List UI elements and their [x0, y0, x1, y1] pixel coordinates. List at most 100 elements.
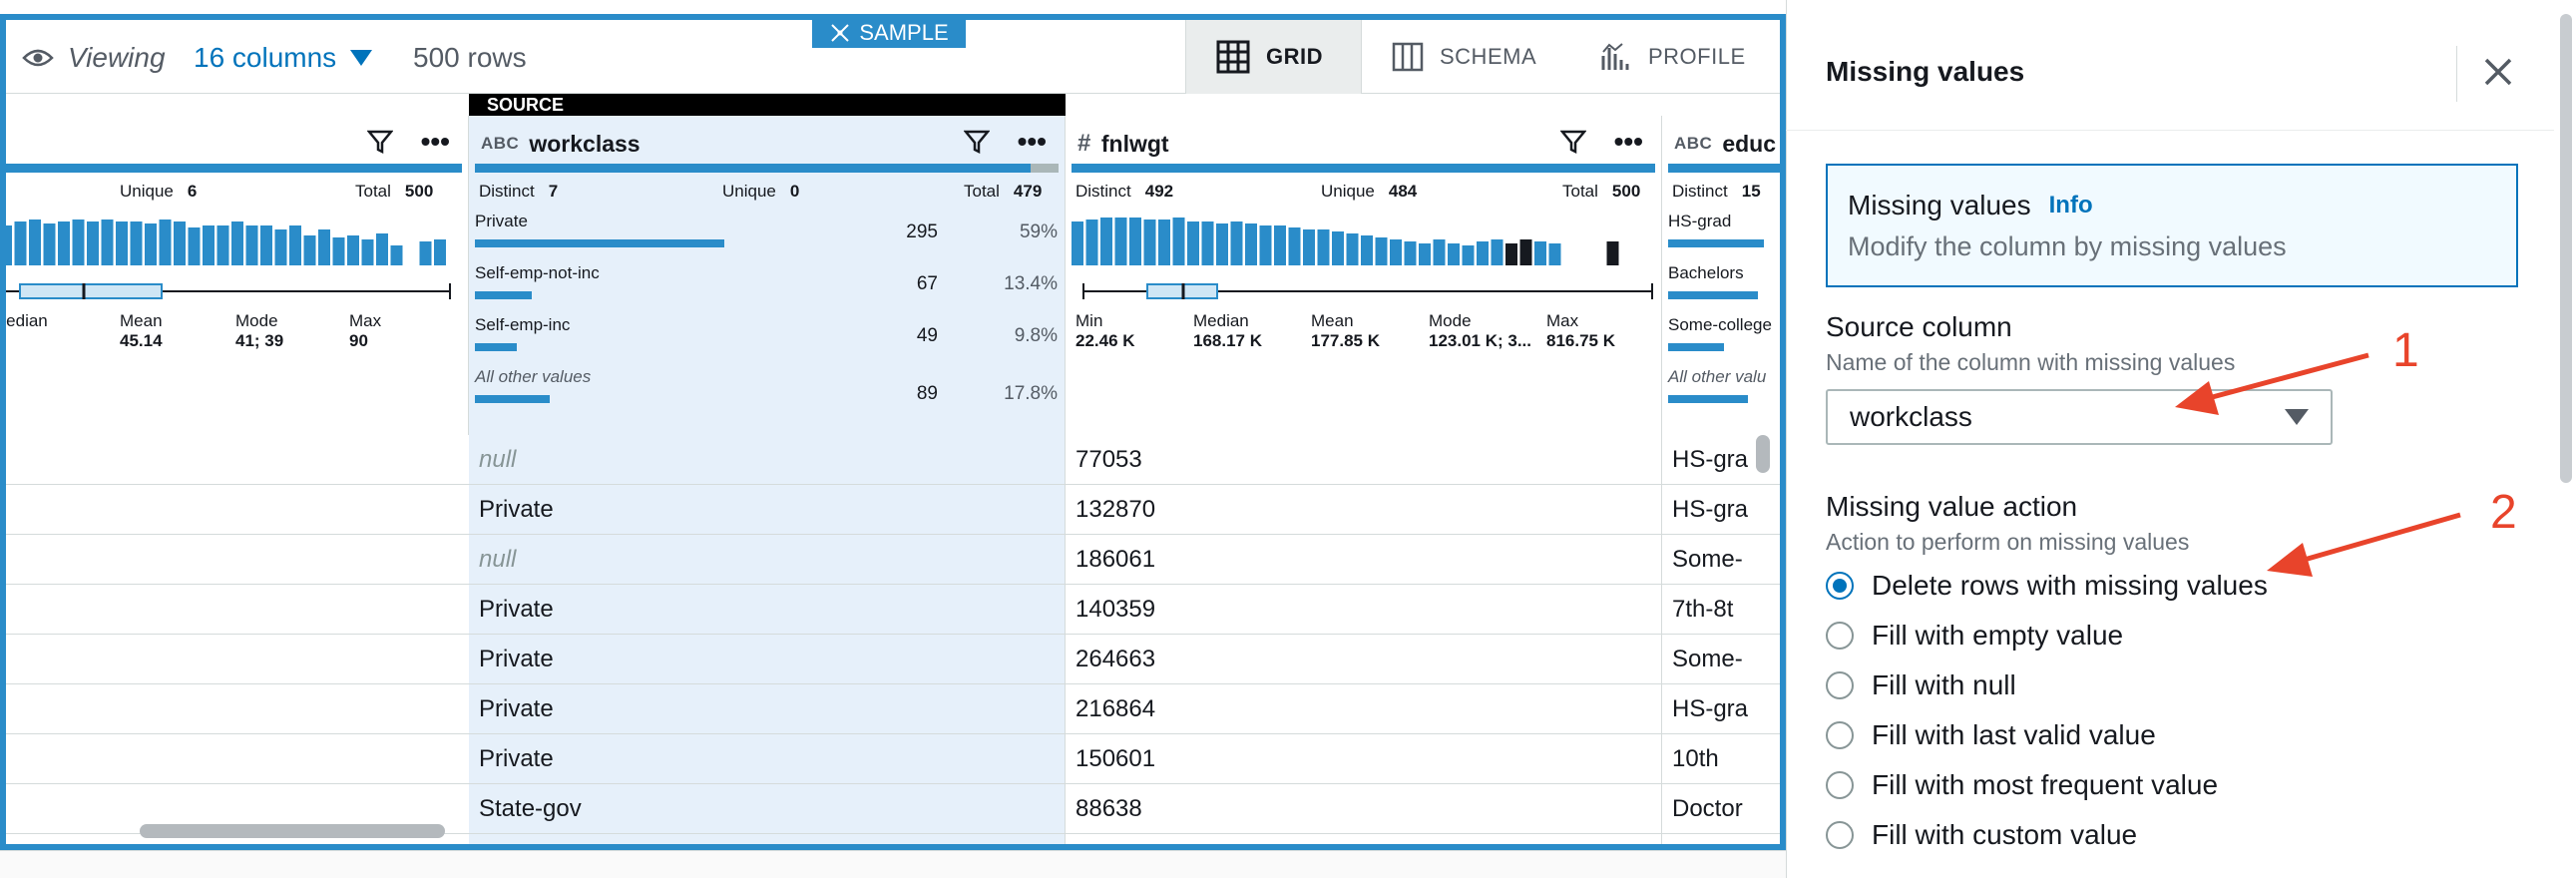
more-options-icon[interactable]: ••• — [421, 128, 450, 156]
column-header-workclass[interactable]: ABC workclass ••• Distinct 7 Unique 0 Tota… — [469, 116, 1066, 435]
filter-icon[interactable] — [963, 129, 990, 155]
table-cell[interactable]: 186061 — [1066, 535, 1661, 585]
table-cell[interactable]: HS-gra — [1662, 684, 1780, 734]
sample-label: SAMPLE — [859, 20, 949, 45]
table-cell[interactable]: 7th-8t — [1662, 585, 1780, 635]
histogram-bar — [203, 225, 215, 265]
column-header-fnlwgt[interactable]: # fnlwgt ••• Distinct 492 Unique 484 Total… — [1066, 116, 1662, 435]
table-cell[interactable]: Some- — [1662, 635, 1780, 684]
mean-label: Mean — [120, 311, 163, 330]
panel-scrollbar[interactable] — [2560, 14, 2572, 483]
histogram-bar — [1216, 223, 1228, 265]
value-label: Self-emp-inc — [475, 315, 571, 334]
filter-icon[interactable] — [366, 129, 393, 155]
table-cell[interactable]: Private — [469, 635, 1065, 684]
table-cell[interactable]: Private — [469, 734, 1065, 784]
table-cell[interactable]: 264663 — [1066, 635, 1661, 684]
radio-selected-icon[interactable] — [1826, 572, 1854, 600]
histogram-bar — [1534, 241, 1546, 265]
column-cells-fnlwgt: 77053 132870 186061 140359 264663 216864 15060… — [1066, 435, 1662, 850]
histogram-bar — [1288, 227, 1301, 265]
column-cells-education: HS-gra HS-gra Some- 7th-8t Some- HS-gra 10th Do… — [1662, 435, 1780, 850]
mode-value: 41; 39 — [235, 331, 284, 350]
annotation-number-1: 1 — [2392, 324, 2419, 377]
table-cell[interactable]: null — [469, 435, 1065, 485]
vertical-scrollbar[interactable] — [1756, 435, 1770, 473]
histogram-bar — [332, 237, 345, 265]
table-cell[interactable]: null — [469, 535, 1065, 585]
more-options-icon[interactable]: ••• — [1018, 128, 1047, 156]
table-cell[interactable]: 140359 — [1066, 585, 1661, 635]
histogram-bar — [174, 221, 186, 265]
info-card: Missing values Info Modify the column by… — [1826, 164, 2518, 287]
summary-value: 816.75 K — [1546, 331, 1615, 350]
value-count: 295 — [906, 221, 938, 242]
more-options-icon[interactable]: ••• — [1614, 128, 1643, 156]
value-bar — [1668, 239, 1764, 247]
histogram-bar — [159, 220, 172, 265]
table-cell[interactable] — [0, 485, 469, 535]
radio-option[interactable]: Fill with null — [1826, 660, 2524, 710]
histogram-bar — [1317, 229, 1330, 265]
histogram-bar — [274, 229, 287, 265]
table-cell[interactable]: Doctor — [1662, 784, 1780, 834]
table-cell[interactable] — [0, 684, 469, 734]
table-cell[interactable]: Some- — [1662, 535, 1780, 585]
radio-option[interactable]: Fill with empty value — [1826, 611, 2524, 660]
table-cell[interactable]: 216864 — [1066, 684, 1661, 734]
histogram-bar — [43, 223, 56, 265]
sample-badge[interactable]: SAMPLE — [812, 18, 966, 48]
value-percent: 13.4% — [1004, 273, 1058, 294]
table-cell[interactable] — [0, 535, 469, 585]
value-bar — [475, 395, 550, 403]
radio-option[interactable]: Fill with custom value — [1826, 810, 2524, 860]
radio-option[interactable]: Fill with last valid value — [1826, 710, 2524, 760]
viewing-label: Viewing — [68, 42, 166, 73]
radio-icon[interactable] — [1826, 721, 1854, 749]
table-cell[interactable]: 150601 — [1066, 734, 1661, 784]
column-title: # fnlwgt — [1077, 126, 1169, 162]
table-cell[interactable] — [0, 585, 469, 635]
column-cells-workclass: null Private null Private Private Private Priv… — [469, 435, 1066, 850]
info-link[interactable]: Info — [2049, 192, 2093, 220]
table-cell[interactable] — [0, 635, 469, 684]
tab-grid[interactable]: GRID — [1185, 20, 1361, 94]
table-cell[interactable]: 77053 — [1066, 435, 1661, 485]
column-header-age[interactable]: ••• Unique6 Total500 Median 34 Mean 45.1… — [0, 116, 469, 435]
columns-dropdown[interactable]: 16 columns — [194, 40, 373, 76]
max-label: Max — [349, 311, 382, 330]
table-cell[interactable]: 132870 — [1066, 485, 1661, 535]
tab-schema[interactable]: SCHEMA — [1361, 20, 1590, 94]
radio-option[interactable]: Fill with most frequent value — [1826, 760, 2524, 810]
column-header-education[interactable]: ABC educ Distinct 15 HS-grad Bachelors Some… — [1662, 116, 1786, 435]
filter-icon[interactable] — [1559, 129, 1586, 155]
table-cell[interactable]: Private — [469, 585, 1065, 635]
table-cell[interactable]: Private — [469, 485, 1065, 535]
radio-icon[interactable] — [1826, 821, 1854, 849]
value-label: All other values — [475, 367, 592, 386]
close-icon[interactable] — [2478, 52, 2518, 92]
table-cell[interactable]: 88638 — [1066, 784, 1661, 834]
radio-icon[interactable] — [1826, 622, 1854, 650]
table-cell[interactable] — [0, 435, 469, 485]
value-percent: 9.8% — [1014, 325, 1058, 346]
summary-label: Median — [1193, 311, 1249, 330]
table-cell[interactable]: Private — [469, 684, 1065, 734]
radio-icon[interactable] — [1826, 671, 1854, 699]
histogram-bar — [289, 225, 301, 265]
number-type-icon: # — [1077, 130, 1091, 157]
action-description: Action to perform on missing values — [1826, 529, 2190, 555]
tab-profile[interactable]: PROFILE — [1590, 20, 1780, 94]
histogram-bar — [1100, 218, 1112, 265]
summary-value: 22.46 K — [1075, 331, 1135, 350]
radio-icon[interactable] — [1826, 771, 1854, 799]
histogram-bar — [1172, 218, 1185, 265]
histogram-bar — [231, 221, 243, 265]
table-cell[interactable] — [0, 734, 469, 784]
table-cell[interactable]: HS-gra — [1662, 485, 1780, 535]
horizontal-scrollbar[interactable] — [140, 824, 445, 838]
table-cell[interactable]: State-gov — [469, 784, 1065, 834]
histogram-bar — [14, 221, 27, 265]
table-cell[interactable]: 10th — [1662, 734, 1780, 784]
panel-title: Missing values — [1826, 56, 2025, 87]
